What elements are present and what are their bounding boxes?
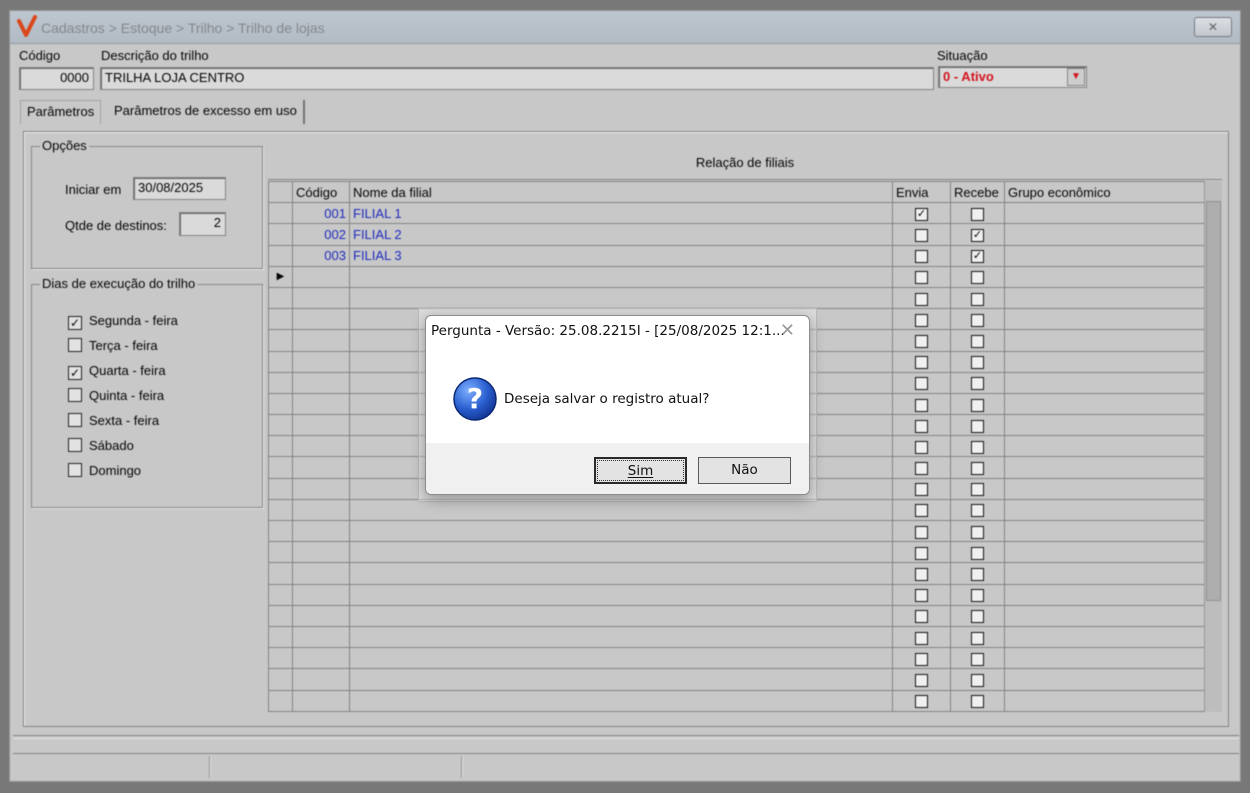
svg-text:?: ?: [467, 382, 483, 415]
dialog-message: Deseja salvar o registro atual?: [504, 391, 710, 407]
no-label: Não: [731, 462, 758, 478]
question-icon: ?: [453, 377, 497, 421]
close-icon[interactable]: ✕: [780, 320, 795, 341]
dialog-footer: Sim Não: [426, 443, 809, 494]
dialog-title: Pergunta - Versão: 25.08.2215I - [25/08/…: [431, 323, 785, 339]
yes-button[interactable]: Sim: [594, 457, 687, 484]
yes-label: Sim: [627, 463, 654, 479]
no-button[interactable]: Não: [698, 457, 791, 484]
dialog-body: ? Deseja salvar o registro atual?: [426, 347, 809, 443]
confirm-dialog: Pergunta - Versão: 25.08.2215I - [25/08/…: [425, 315, 810, 495]
